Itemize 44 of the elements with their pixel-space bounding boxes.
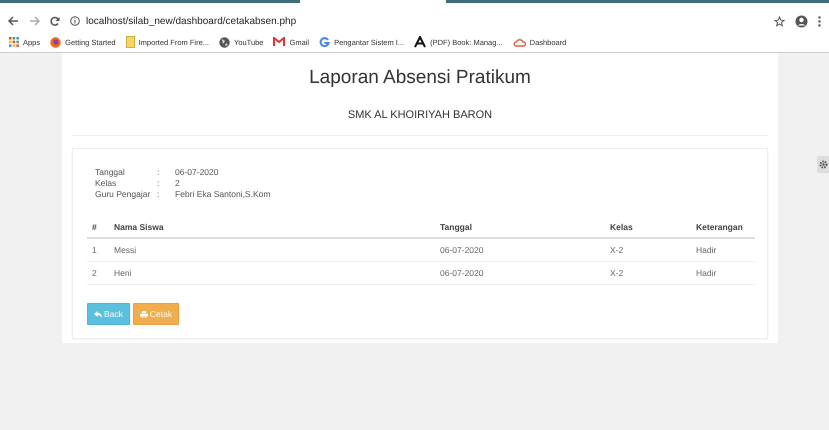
star-icon[interactable] — [774, 16, 785, 26]
colon-separator: : — [157, 167, 160, 177]
column-header: Keterangan — [696, 222, 743, 232]
table-cell: X-2 — [610, 245, 624, 255]
info-value: 2 — [175, 178, 181, 188]
table-cell: X-2 — [610, 268, 624, 278]
back-arrow-icon[interactable] — [8, 16, 19, 26]
table-cell: Hadir — [696, 245, 716, 255]
column-header: Tanggal — [440, 222, 472, 232]
colon-separator: : — [157, 178, 160, 188]
school-name: SMK AL KHOIRIYAH BARON — [72, 89, 768, 136]
info-label: Kelas — [95, 178, 118, 188]
g-icon — [319, 36, 330, 48]
menu-icon[interactable] — [818, 16, 821, 26]
envelope-m-icon — [273, 37, 286, 47]
table-cell: Hadir — [696, 268, 716, 278]
colon-separator: : — [157, 189, 160, 199]
url-field[interactable]: localhost/silab_new/dashboard/cetakabsen.php — [86, 16, 296, 26]
table-cell: 1 — [92, 245, 97, 255]
reply-arrow-icon — [94, 310, 102, 318]
column-header: # — [92, 222, 97, 232]
info-label: Guru Pengajar — [95, 189, 152, 199]
report-title: Laporan Absensi Pratikum — [308, 66, 532, 89]
info-label: Tanggal — [95, 167, 126, 177]
info-value: Febri Eka Santoni,S.Kom — [175, 189, 272, 199]
table-cell: Messi — [114, 245, 136, 255]
info-value: 06-07-2020 — [175, 167, 220, 177]
info-icon[interactable] — [70, 16, 80, 26]
table-cell: 06-07-2020 — [440, 245, 484, 255]
folder-icon — [126, 36, 135, 48]
account-icon[interactable] — [795, 14, 808, 28]
column-header: Nama Siswa — [114, 222, 164, 232]
reload-icon[interactable] — [50, 16, 60, 26]
cloud-icon — [512, 38, 526, 46]
printer-icon — [140, 310, 148, 318]
settings-tab[interactable] — [817, 156, 829, 173]
fox-globe-icon — [50, 36, 62, 48]
apps-grid-icon — [9, 37, 19, 47]
table-cell: 06-07-2020 — [440, 268, 484, 278]
column-header: Kelas — [610, 222, 633, 232]
table-cell: 2 — [92, 268, 97, 278]
table-cell: Heni — [114, 268, 132, 278]
serif-a-icon — [414, 36, 426, 48]
settings-icon[interactable] — [818, 160, 828, 169]
